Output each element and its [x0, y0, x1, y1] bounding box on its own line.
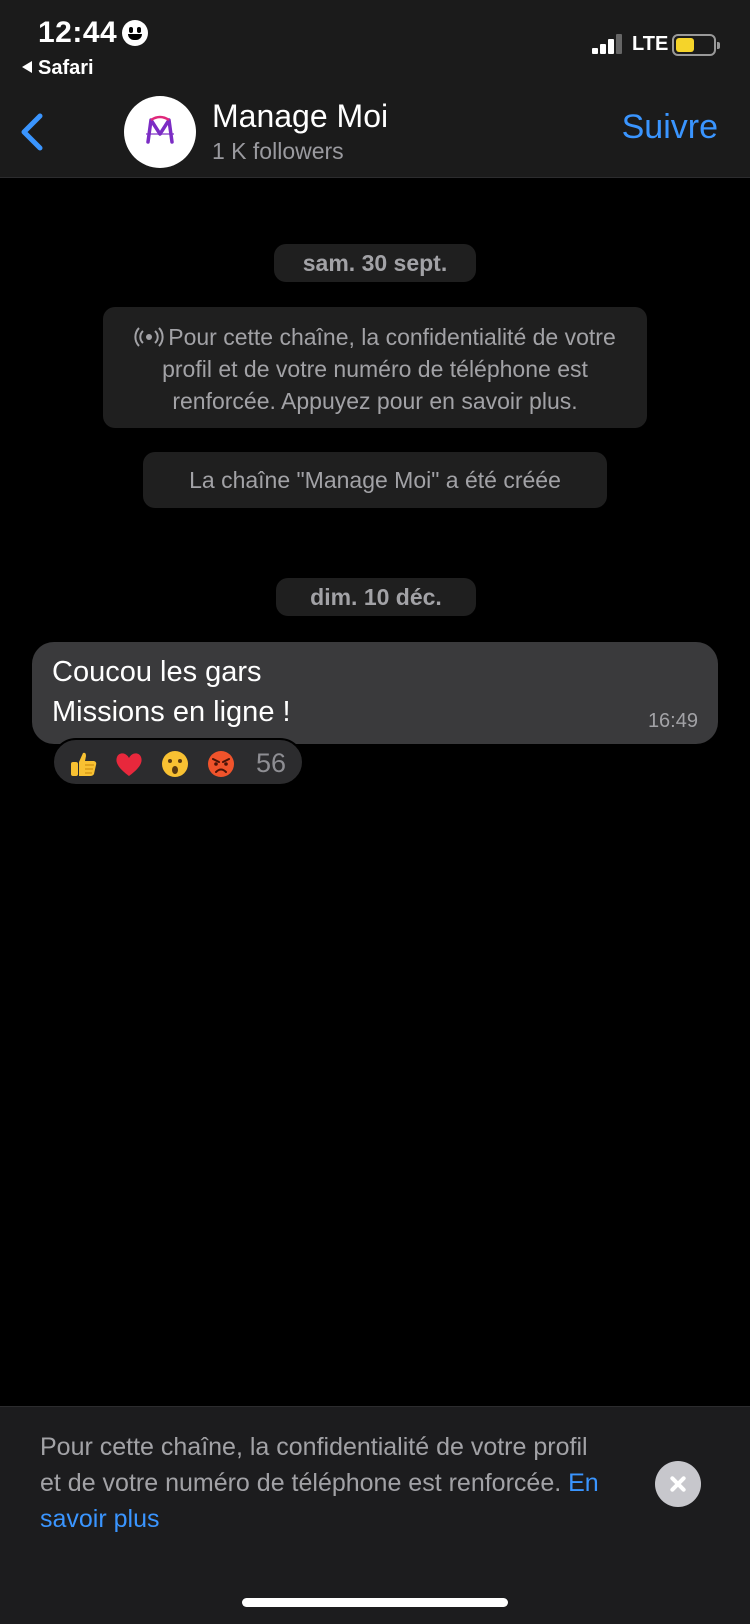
back-button[interactable] — [14, 104, 58, 160]
privacy-banner: Pour cette chaîne, la confidentialité de… — [0, 1406, 750, 1624]
surprised-face-icon — [162, 751, 188, 777]
banner-message: Pour cette chaîne, la confidentialité de… — [40, 1433, 588, 1497]
status-bar: 12:44 Safari LTE — [0, 0, 750, 88]
status-time: 12:44 — [38, 16, 118, 49]
message-time: 16:49 — [647, 710, 698, 732]
red-heart-icon — [116, 753, 142, 776]
message-text-line: Coucou les gars — [52, 656, 262, 688]
manage-moi-logo — [146, 115, 174, 144]
follow-button[interactable]: Suivre — [622, 108, 718, 147]
signal-icon — [592, 34, 626, 54]
reactions-bar[interactable]: 56 — [52, 738, 304, 786]
followers-count: 1 K followers — [212, 138, 344, 164]
network-label: LTE — [632, 33, 669, 55]
date-separator: sam. 30 sept. — [274, 244, 476, 282]
channel-name: Manage Moi — [212, 98, 389, 134]
channel-created-notice: La chaîne "Manage Moi" a été créée — [143, 452, 607, 508]
smiley-icon — [122, 20, 148, 46]
privacy-notice-text: Pour cette chaîne, la confidentialité de… — [162, 324, 616, 414]
close-banner-button[interactable] — [655, 1461, 701, 1507]
date-separator: dim. 10 déc. — [276, 578, 476, 616]
broadcast-icon — [134, 327, 164, 347]
back-app-label: Safari — [38, 57, 94, 79]
banner-text: Pour cette chaîne, la confidentialité de… — [40, 1429, 600, 1537]
angry-face-icon — [208, 751, 234, 777]
thumbs-up-icon — [71, 752, 97, 776]
channel-header: Manage Moi 1 K followers Suivre — [0, 88, 750, 178]
message-text-line: Missions en ligne ! — [52, 696, 291, 728]
battery-fill — [676, 38, 694, 52]
battery-icon — [672, 34, 720, 56]
back-triangle-icon — [22, 61, 32, 73]
back-to-safari-link[interactable]: Safari — [22, 57, 94, 80]
channel-avatar[interactable] — [124, 96, 196, 168]
home-indicator[interactable] — [242, 1598, 508, 1607]
chevron-left-icon — [21, 113, 43, 151]
privacy-notice[interactable]: Pour cette chaîne, la confidentialité de… — [103, 307, 647, 428]
message-bubble[interactable]: Coucou les gars Missions en ligne ! 16:4… — [32, 642, 718, 744]
reactions-count: 56 — [256, 748, 287, 778]
